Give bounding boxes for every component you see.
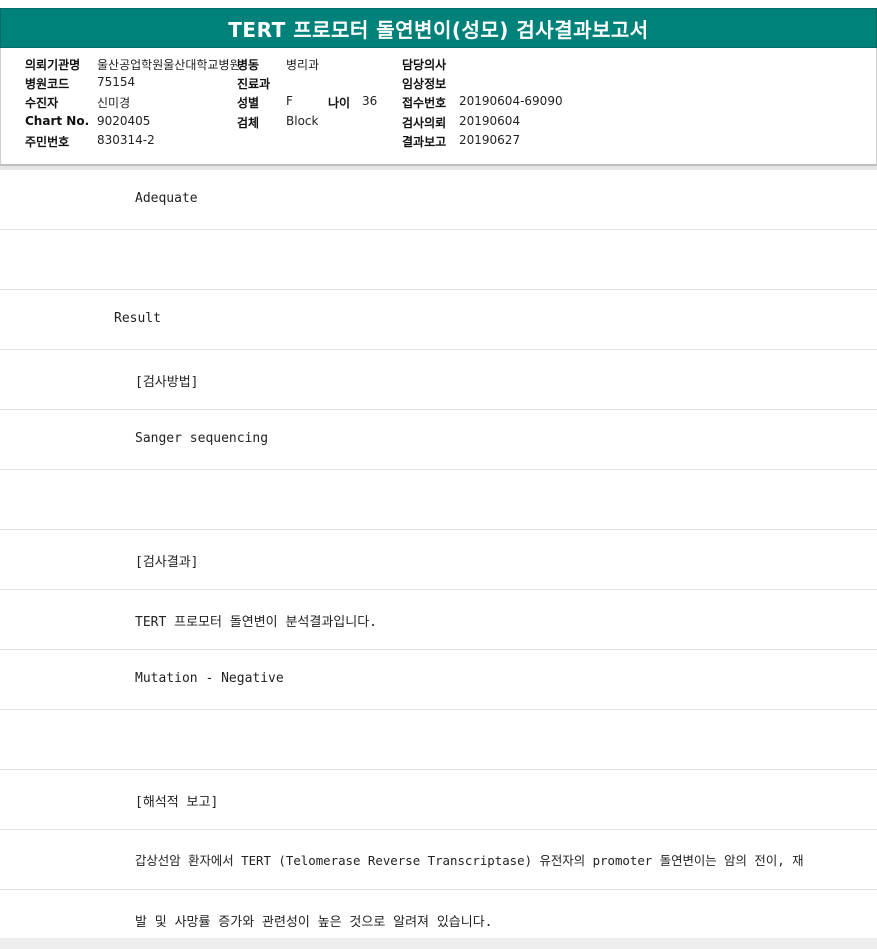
label-institution: 의뢰기관명 (25, 58, 81, 72)
value-sex: F (286, 94, 293, 108)
page-title: TERT 프로모터 돌연변이(성모) 검사결과보고서 (228, 17, 649, 42)
label-doctor: 담당의사 (402, 58, 447, 72)
value-resident-number: 830314-2 (97, 133, 155, 147)
report-page: TERT 프로모터 돌연변이(성모) 검사결과보고서 의뢰기관명 울산공업학원울… (0, 0, 877, 949)
value-specimen: Block (286, 114, 319, 128)
report-line: [해석적 보고] (0, 770, 877, 830)
report-line: 갑상선암 환자에서 TERT (Telomerase Reverse Trans… (0, 830, 877, 890)
report-line: Sanger sequencing (0, 410, 877, 470)
info-row-2: 병원코드 75154 진료과 임상정보 (1, 75, 876, 93)
label-resident-number: 주민번호 (25, 135, 70, 149)
label-accession-number: 접수번호 (402, 96, 447, 110)
label-chart-no: Chart No. (25, 114, 90, 128)
label-hospital-code: 병원코드 (25, 77, 70, 91)
report-line (0, 470, 877, 530)
title-bar: TERT 프로모터 돌연변이(성모) 검사결과보고서 (0, 8, 877, 48)
report-line: Adequate (0, 170, 877, 230)
report-body: Adequate Result [검사방법] Sanger sequencing… (0, 170, 877, 948)
label-clinical-info: 임상정보 (402, 77, 447, 91)
value-accession-number: 20190604-69090 (459, 94, 563, 108)
bottom-strip (0, 938, 877, 949)
label-ward: 병동 (237, 58, 260, 72)
label-patient: 수진자 (25, 96, 59, 110)
patient-info-panel: 의뢰기관명 울산공업학원울산대학교병원 병동 병리과 담당의사 병원코드 751… (0, 48, 877, 166)
label-age: 나이 (328, 96, 351, 110)
report-line (0, 710, 877, 770)
value-report-date: 20190627 (459, 133, 521, 147)
label-department: 진료과 (237, 77, 271, 91)
report-line: TERT 프로모터 돌연변이 분석결과입니다. (0, 590, 877, 650)
value-ward: 병리과 (286, 58, 320, 72)
value-request-date: 20190604 (459, 114, 521, 128)
value-hospital-code: 75154 (97, 75, 136, 89)
label-report-date: 결과보고 (402, 135, 447, 149)
report-line (0, 230, 877, 290)
info-row-1: 의뢰기관명 울산공업학원울산대학교병원 병동 병리과 담당의사 (1, 56, 876, 74)
report-line: Mutation - Negative (0, 650, 877, 710)
report-line: [검사결과] (0, 530, 877, 590)
label-request-date: 검사의뢰 (402, 116, 447, 130)
report-line: Result (0, 290, 877, 350)
info-row-5: 주민번호 830314-2 결과보고 20190627 (1, 133, 876, 151)
value-chart-no: 9020405 (97, 114, 151, 128)
value-patient: 신미경 (97, 96, 131, 110)
value-age: 36 (362, 94, 378, 108)
info-row-3: 수진자 신미경 성별 F 나이 36 접수번호 20190604-69090 (1, 94, 876, 112)
label-specimen: 검체 (237, 116, 260, 130)
value-institution: 울산공업학원울산대학교병원 (97, 58, 241, 72)
label-sex: 성별 (237, 96, 260, 110)
report-line: [검사방법] (0, 350, 877, 410)
info-row-4: Chart No. 9020405 검체 Block 검사의뢰 20190604 (1, 114, 876, 132)
